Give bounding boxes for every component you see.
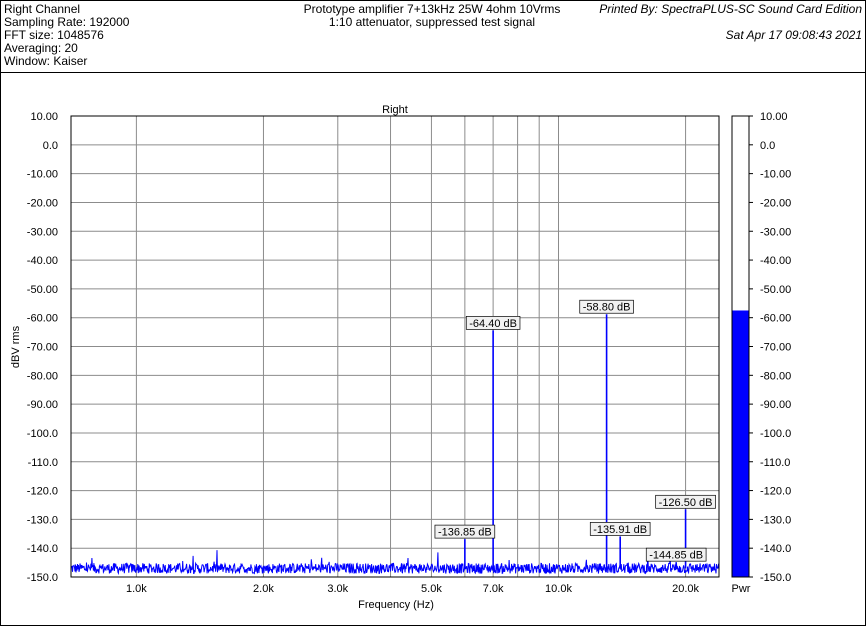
plot-title: Right (382, 104, 408, 116)
x-axis-label: Frequency (Hz) (358, 599, 434, 611)
meter-tick-label: -90.00 (760, 399, 791, 411)
x-tick-label: 20.0k (672, 583, 699, 595)
y-axis-label: dBV rms (10, 325, 22, 368)
meter-tick-label: -10.00 (760, 169, 791, 181)
y-tick-label: -70.00 (27, 342, 58, 354)
y-tick-label: 10.00 (30, 111, 58, 123)
y-tick-label: -130.0 (27, 514, 58, 526)
y-tick-label: -10.00 (27, 169, 58, 181)
power-meter-fill (732, 310, 749, 577)
y-tick-label: -60.00 (27, 313, 58, 325)
meter-tick-label: -20.00 (760, 197, 791, 209)
y-tick-label: -50.00 (27, 284, 58, 296)
y-tick-label: -140.0 (27, 543, 58, 555)
x-tick-label: 5.0k (421, 583, 442, 595)
meter-tick-label: -110.0 (760, 457, 790, 469)
x-tick-label: 3.0k (327, 583, 348, 595)
peak-label: -135.91 dB (593, 524, 647, 536)
meter-tick-label: 10.00 (760, 111, 788, 123)
y-tick-label: -110.0 (28, 457, 58, 469)
x-tick-label: 10.0k (545, 583, 572, 595)
x-tick-label: 1.0k (126, 583, 147, 595)
y-tick-label: -40.00 (27, 255, 58, 267)
peak-label: -136.85 dB (438, 527, 492, 539)
spectrum-chart: Right Frequency (Hz) dBV rms 10.00 0.0 -10… (10, 104, 791, 611)
x-tick-label: 7.0k (483, 583, 504, 595)
y-tick-label: -150.0 (27, 572, 58, 584)
meter-tick-label: -120.0 (760, 486, 791, 498)
meter-label: Pwr (732, 583, 751, 595)
meter-tick-label: -130.0 (760, 514, 791, 526)
meter-tick-label: 0.0 (760, 140, 775, 152)
meter-tick-label: -100.0 (760, 428, 791, 440)
meter-tick-label: -140.0 (760, 543, 791, 555)
y-tick-label: -120.0 (27, 486, 58, 498)
x-tick-label: 2.0k (253, 583, 274, 595)
y-tick-label: -90.00 (27, 399, 58, 411)
y-tick-label: -100.0 (27, 428, 58, 440)
meter-tick-label: -80.00 (760, 370, 791, 382)
meter-tick-label: -150.0 (760, 572, 791, 584)
peak-label: -58.80 dB (583, 302, 631, 314)
meter-tick-label: -60.00 (760, 313, 791, 325)
meter-tick-label: -50.00 (760, 284, 791, 296)
y-tick-label: -30.00 (27, 226, 58, 238)
y-tick-label: 0.0 (43, 140, 58, 152)
peak-label: -126.50 dB (659, 497, 713, 509)
peak-label: -144.85 dB (649, 550, 703, 562)
spectrum-trace (70, 550, 720, 576)
meter-tick-label: -40.00 (760, 255, 791, 267)
peak-label: -64.40 dB (469, 318, 517, 330)
y-tick-label: -80.00 (27, 370, 58, 382)
y-tick-label: -20.00 (27, 197, 58, 209)
meter-tick-label: -30.00 (760, 226, 791, 238)
meter-tick-label: -70.00 (760, 342, 791, 354)
